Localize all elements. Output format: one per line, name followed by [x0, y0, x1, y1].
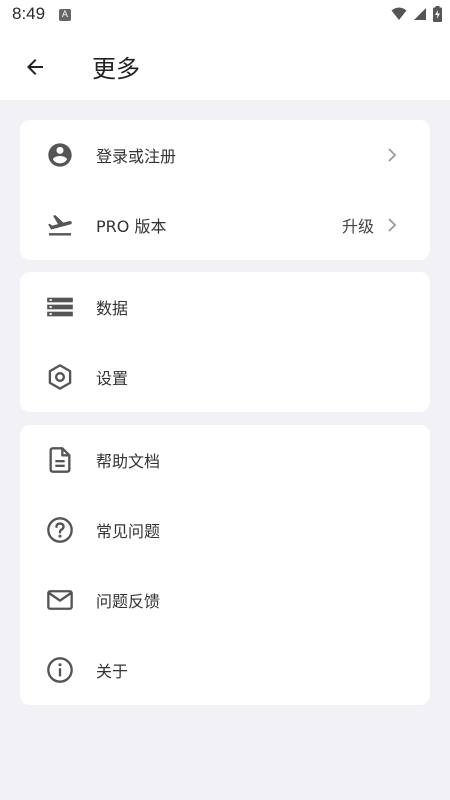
status-bar: 8:49 A: [0, 0, 450, 32]
pro-version-label: PRO 版本: [96, 217, 167, 236]
chevron-right-icon: [384, 147, 400, 163]
settings-icon: [46, 363, 74, 391]
login-register-label: 登录或注册: [96, 147, 177, 166]
account-card: 登录或注册 PRO 版本 升级: [20, 120, 430, 260]
page-title: 更多: [92, 55, 140, 83]
battery-charging-icon: [433, 6, 442, 22]
faq-item[interactable]: 常见问题: [20, 495, 430, 565]
help-docs-label: 帮助文档: [96, 452, 161, 471]
settings-item[interactable]: 设置: [20, 342, 430, 412]
pro-version-item[interactable]: PRO 版本 升级: [20, 190, 430, 260]
chevron-right-icon: [384, 217, 400, 233]
upgrade-label: 升级: [341, 217, 374, 236]
document-icon: [46, 446, 74, 474]
cellular-signal-icon: [414, 8, 426, 20]
notification-badge-icon: A: [59, 9, 71, 21]
about-item[interactable]: 关于: [20, 635, 430, 705]
info-icon: [46, 656, 74, 684]
arrow-back-icon: [27, 59, 43, 75]
login-register-item[interactable]: 登录或注册: [20, 120, 430, 190]
data-label: 数据: [96, 299, 129, 318]
back-button[interactable]: [18, 50, 52, 84]
flight-takeoff-icon: [46, 211, 74, 239]
app-bar: 更多: [0, 32, 450, 100]
help-circle-icon: [46, 516, 74, 544]
help-card: 帮助文档 常见问题 问题反馈 关于: [20, 425, 430, 705]
feedback-item[interactable]: 问题反馈: [20, 565, 430, 635]
status-icons: [391, 6, 442, 22]
storage-icon: [46, 293, 74, 321]
account-circle-icon: [46, 141, 74, 169]
help-docs-item[interactable]: 帮助文档: [20, 425, 430, 495]
feedback-label: 问题反馈: [96, 592, 161, 611]
data-item[interactable]: 数据: [20, 272, 430, 342]
wifi-icon: [391, 7, 407, 20]
status-time: 8:49: [12, 4, 46, 23]
settings-label: 设置: [96, 369, 129, 388]
data-settings-card: 数据 设置: [20, 272, 430, 412]
faq-label: 常见问题: [96, 522, 161, 541]
mail-icon: [46, 586, 74, 614]
about-label: 关于: [96, 662, 129, 681]
